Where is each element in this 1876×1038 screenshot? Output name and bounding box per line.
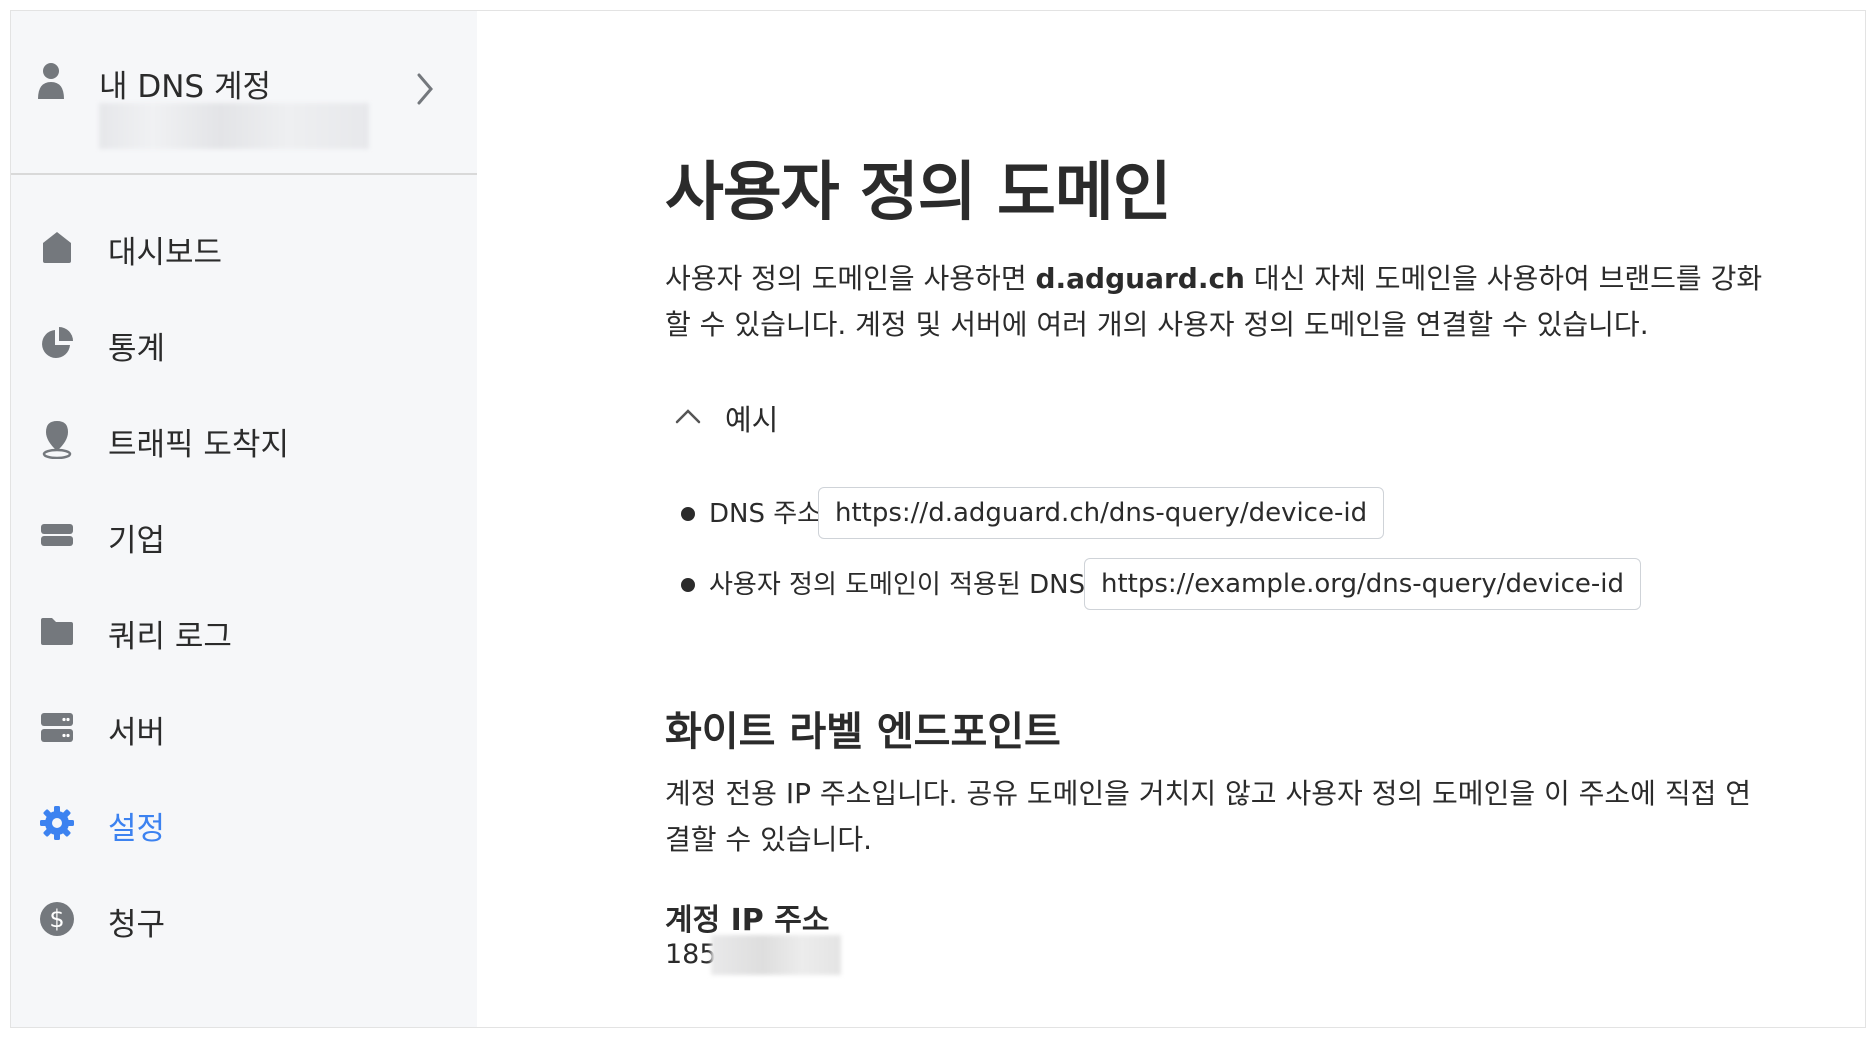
pie-chart-icon [42, 327, 73, 358]
intro-domain: d.adguard.ch [1035, 262, 1245, 295]
gear-icon [40, 806, 74, 840]
account-ip-heading: 계정 IP 주소 [665, 903, 830, 938]
sidebar-item-billing[interactable]: $ 청구 [11, 873, 477, 969]
sidebar-item-label: 설정 [108, 811, 166, 847]
example-label: DNS 주소: [709, 499, 830, 529]
bullet [681, 578, 695, 592]
home-icon [43, 232, 71, 263]
sidebar-nav: 대시보드 통계 트래픽 도착지 기업 쿼리 로그 서버 설정 $ 청구 [11, 201, 477, 969]
page-title: 사용자 정의 도메인 [665, 156, 1172, 230]
app-window: 내 DNS 계정 대시보드 통계 트래픽 도착지 기업 쿼리 로그 서버 설정 … [10, 10, 1866, 1028]
chevron-right-icon[interactable] [411, 67, 441, 111]
location-pin-icon [42, 421, 72, 459]
sidebar-item-statistics[interactable]: 통계 [11, 297, 477, 393]
sidebar-item-settings[interactable]: 설정 [11, 777, 477, 873]
main-content: 사용자 정의 도메인 사용자 정의 도메인을 사용하면 d.adguard.ch… [477, 11, 1865, 1027]
sidebar-item-traffic-destinations[interactable]: 트래픽 도착지 [11, 393, 477, 489]
sidebar-item-query-log[interactable]: 쿼리 로그 [11, 585, 477, 681]
example-toggle-label: 예시 [725, 403, 779, 437]
sidebar-item-label: 쿼리 로그 [108, 619, 232, 655]
person-icon [38, 63, 64, 99]
card-icon [41, 524, 73, 546]
whitelabel-description: 계정 전용 IP 주소입니다. 공유 도메인을 거치지 않고 사용자 정의 도메… [665, 777, 1752, 856]
sidebar-item-dashboard[interactable]: 대시보드 [11, 201, 477, 297]
sidebar-item-label: 통계 [108, 331, 166, 367]
account-title: 내 DNS 계정 [99, 69, 272, 105]
whitelabel-heading: 화이트 라벨 엔드포인트 [665, 709, 1061, 755]
chevron-up-icon [675, 409, 701, 424]
sidebar-item-label: 트래픽 도착지 [108, 427, 289, 463]
sidebar-item-enterprise[interactable]: 기업 [11, 489, 477, 585]
dollar-icon: $ [40, 902, 74, 936]
sidebar-item-label: 대시보드 [108, 235, 223, 271]
folder-icon [41, 618, 73, 645]
sidebar: 내 DNS 계정 대시보드 통계 트래픽 도착지 기업 쿼리 로그 서버 설정 … [11, 11, 477, 1027]
account-email-blurred [99, 103, 369, 149]
svg-text:$: $ [49, 905, 64, 933]
intro-part-1: 사용자 정의 도메인을 사용하면 [665, 262, 1036, 295]
account-header[interactable]: 내 DNS 계정 [11, 11, 477, 175]
sidebar-item-label: 기업 [108, 523, 166, 559]
sidebar-item-label: 청구 [108, 907, 166, 943]
example-custom-dns-address[interactable]: https://example.org/dns-query/device-id [1084, 558, 1642, 610]
account-ip-blurred [711, 935, 841, 975]
intro-text: 사용자 정의 도메인을 사용하면 d.adguard.ch 대신 자체 도메인을… [665, 256, 1765, 348]
server-icon [41, 713, 73, 742]
sidebar-item-label: 서버 [108, 715, 166, 751]
example-dns-address[interactable]: https://d.adguard.ch/dns-query/device-id [818, 487, 1385, 539]
bullet [681, 507, 695, 521]
sidebar-item-servers[interactable]: 서버 [11, 681, 477, 777]
